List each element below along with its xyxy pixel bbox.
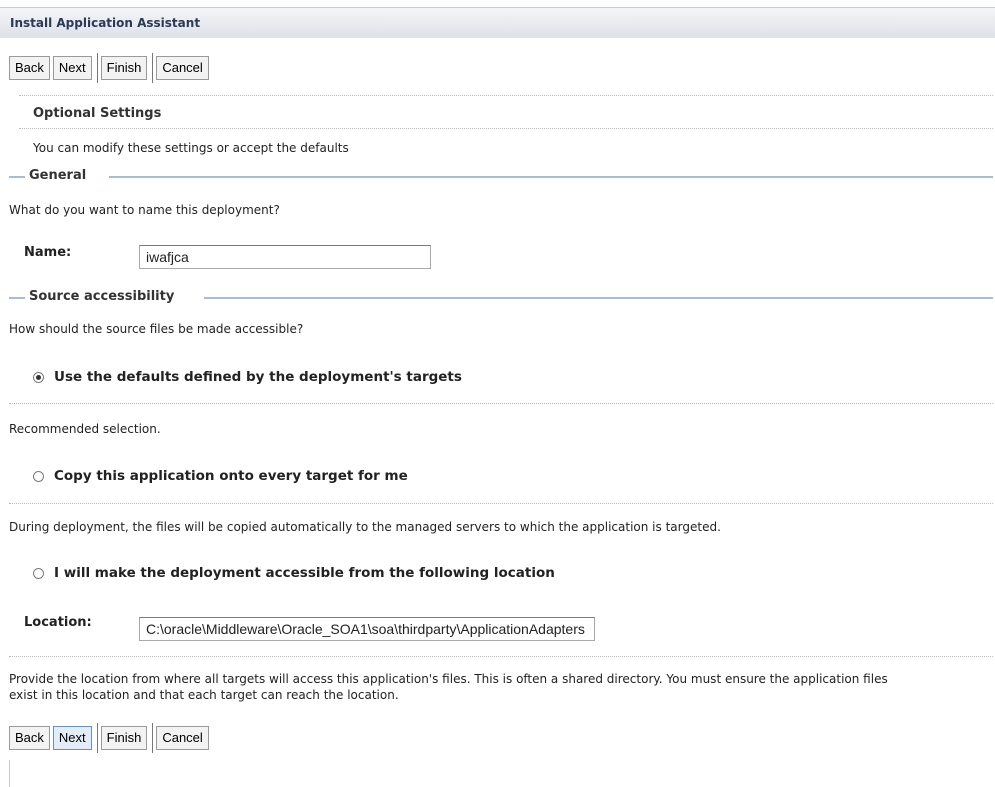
name-question: What do you want to name this deployment… (9, 203, 280, 217)
divider (19, 95, 993, 96)
section-subtitle: You can modify these settings or accept … (33, 141, 349, 155)
title-bar: Install Application Assistant (0, 7, 995, 38)
button-separator (96, 723, 98, 753)
divider (9, 656, 993, 657)
next-button-bottom[interactable]: Next (52, 726, 92, 750)
location-desc-line1: Provide the location from where all targ… (9, 672, 888, 686)
location-desc-line2: exist in this location and that each tar… (9, 688, 399, 702)
option-copy-label[interactable]: Copy this application onto every target … (54, 468, 408, 484)
finish-button[interactable]: Finish (100, 56, 148, 80)
back-button[interactable]: Back (9, 56, 50, 80)
name-input[interactable] (139, 245, 431, 269)
finish-button-bottom[interactable]: Finish (100, 726, 148, 750)
divider (19, 128, 993, 129)
divider (9, 403, 993, 404)
radio-location[interactable] (33, 567, 44, 579)
radio-copy[interactable] (33, 470, 44, 482)
cancel-button[interactable]: Cancel (156, 56, 209, 80)
name-label: Name: (24, 245, 72, 260)
location-input[interactable] (139, 617, 595, 641)
option-defaults-desc: Recommended selection. (9, 422, 161, 436)
option-copy-desc: During deployment, the files will be cop… (9, 520, 721, 534)
general-fieldset-legend: General (9, 168, 993, 184)
source-question: How should the source files be made acce… (9, 322, 304, 336)
button-separator (96, 53, 98, 83)
section-heading: Optional Settings (33, 106, 162, 121)
button-separator (152, 53, 154, 83)
cancel-button-bottom[interactable]: Cancel (156, 726, 209, 750)
top-button-bar: Back Next Finish Cancel (9, 53, 212, 83)
button-separator (152, 723, 154, 753)
general-legend: General (29, 168, 93, 183)
source-legend: Source accessibility (29, 289, 181, 304)
option-location-label[interactable]: I will make the deployment accessible fr… (54, 565, 555, 581)
bottom-button-bar: Back Next Finish Cancel (9, 723, 212, 753)
location-label: Location: (24, 615, 92, 630)
option-defaults-label[interactable]: Use the defaults defined by the deployme… (54, 369, 462, 385)
page-title: Install Application Assistant (10, 16, 201, 30)
source-fieldset-legend: Source accessibility (9, 289, 993, 305)
next-button[interactable]: Next (52, 56, 92, 80)
option-location-row[interactable]: I will make the deployment accessible fr… (33, 565, 555, 581)
radio-defaults[interactable] (33, 371, 44, 383)
option-defaults-row[interactable]: Use the defaults defined by the deployme… (33, 369, 462, 385)
divider (9, 503, 993, 504)
back-button-bottom[interactable]: Back (9, 726, 50, 750)
frame-edge (9, 760, 10, 787)
option-copy-row[interactable]: Copy this application onto every target … (33, 468, 408, 484)
